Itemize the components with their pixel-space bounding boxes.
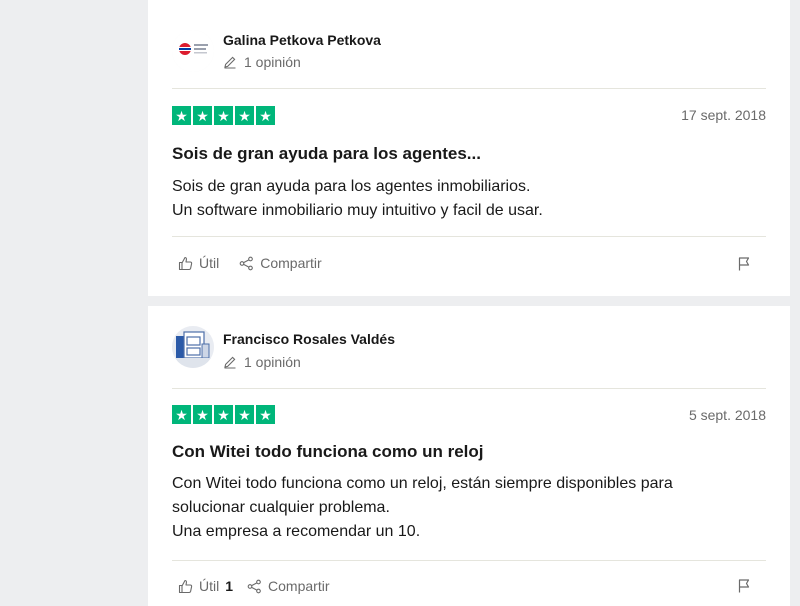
- pencil-icon: [224, 56, 236, 69]
- divider: [172, 88, 766, 89]
- star-icon: ★: [235, 405, 254, 424]
- review-body: Sois de gran ayuda para los agentes inmo…: [172, 175, 750, 223]
- pencil-icon: [224, 356, 236, 369]
- review-title[interactable]: Con Witei todo funciona como un reloj: [172, 442, 484, 462]
- star-icon: ★: [172, 106, 191, 125]
- divider: [172, 236, 766, 237]
- review-actions: Útil Compartir: [178, 255, 336, 271]
- star-icon: ★: [214, 106, 233, 125]
- star-icon: ★: [214, 405, 233, 424]
- star-icon: ★: [193, 405, 212, 424]
- review-title[interactable]: Sois de gran ayuda para los agentes...: [172, 144, 481, 164]
- reviewer-review-count: 1 opinión: [223, 354, 301, 370]
- avatar[interactable]: [172, 326, 214, 368]
- review-count-label: 1 opinión: [244, 54, 301, 70]
- flag-icon: [738, 579, 750, 593]
- star-icon: ★: [172, 405, 191, 424]
- star-icon: ★: [256, 405, 275, 424]
- thumbs-up-icon: [178, 579, 193, 593]
- useful-button[interactable]: Útil 1: [178, 578, 233, 594]
- review-count-label: 1 opinión: [244, 354, 301, 370]
- star-icon: ★: [235, 106, 254, 125]
- thumbs-up-icon: [178, 256, 193, 270]
- share-icon: [239, 256, 254, 270]
- flag-icon: [738, 257, 750, 271]
- reviewer-name[interactable]: Galina Petkova Petkova: [223, 32, 381, 48]
- useful-label: Útil: [199, 255, 220, 271]
- review-body-line: Una empresa a recomendar un 10.: [172, 523, 421, 540]
- reviewer-review-count: 1 opinión: [223, 54, 301, 70]
- avatar[interactable]: [172, 30, 214, 72]
- share-label: Compartir: [268, 578, 330, 594]
- review-date: 5 sept. 2018: [688, 407, 766, 423]
- report-flag-button[interactable]: [738, 257, 750, 276]
- share-icon: [247, 579, 261, 593]
- review-body-line: Sois de gran ayuda para los agentes inmo…: [172, 178, 531, 195]
- star-icon: ★: [256, 106, 275, 125]
- useful-button[interactable]: Útil: [178, 255, 225, 271]
- review-actions: Útil 1 Compartir: [178, 578, 344, 594]
- review-body-line: solucionar cualquier problema.: [172, 499, 390, 516]
- share-button[interactable]: Compartir: [239, 255, 322, 271]
- useful-count: 1: [225, 578, 234, 594]
- star-rating: ★ ★ ★ ★ ★: [172, 106, 275, 125]
- divider: [172, 560, 766, 561]
- reviewer-name[interactable]: Francisco Rosales Valdés: [223, 331, 395, 347]
- review-date: 17 sept. 2018: [681, 107, 766, 123]
- star-icon: ★: [193, 106, 212, 125]
- share-button[interactable]: Compartir: [247, 578, 330, 594]
- review-body: Con Witei todo funciona como un reloj, e…: [172, 472, 750, 544]
- review-card: Galina Petkova Petkova 1 opinión ★ ★ ★ ★…: [148, 0, 790, 296]
- share-label: Compartir: [260, 255, 322, 271]
- review-body-line: Con Witei todo funciona como un reloj, e…: [172, 475, 673, 492]
- report-flag-button[interactable]: [738, 579, 750, 598]
- review-card: Francisco Rosales Valdés 1 opinión ★ ★ ★…: [148, 306, 790, 606]
- useful-label: Útil: [199, 578, 220, 594]
- review-body-line: Un software inmobiliario muy intuitivo y…: [172, 202, 543, 219]
- divider: [172, 388, 766, 389]
- star-rating: ★ ★ ★ ★ ★: [172, 405, 275, 424]
